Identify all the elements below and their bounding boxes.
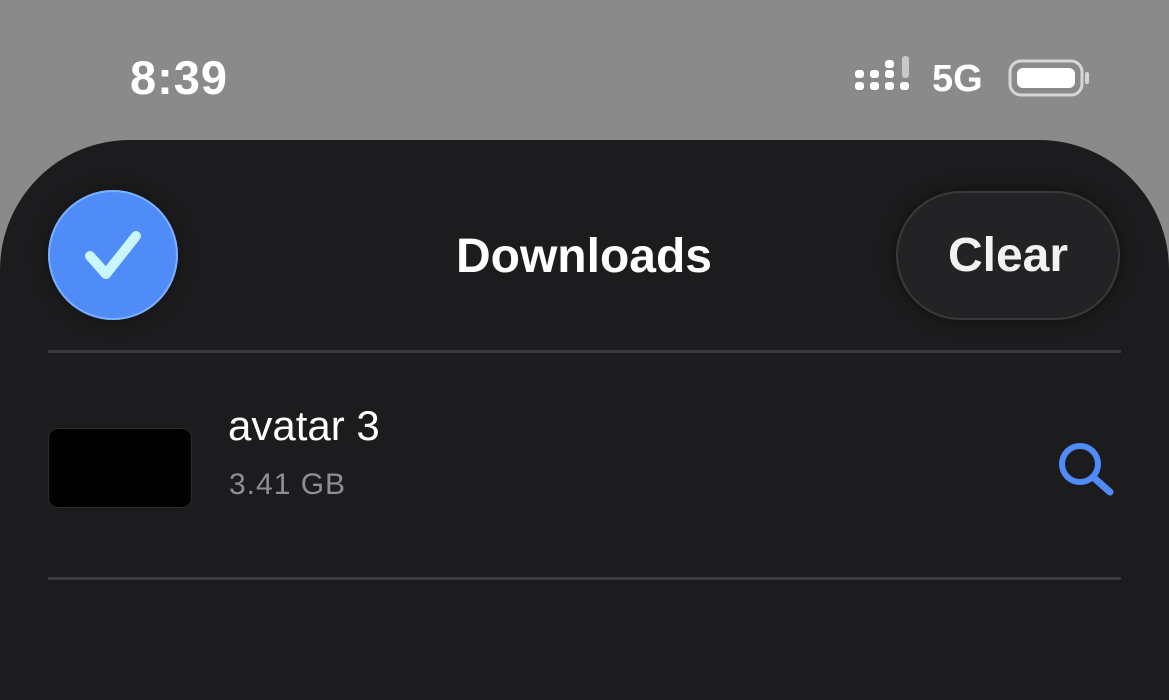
search-icon[interactable] <box>1056 440 1116 498</box>
status-bar: 8:39 5G <box>0 0 1169 140</box>
checkmark-icon <box>85 231 141 279</box>
select-all-button[interactable] <box>48 190 178 320</box>
download-size: 3.41 GB <box>229 468 347 501</box>
download-title[interactable]: avatar 3 <box>228 400 380 452</box>
clear-button[interactable]: Clear <box>896 191 1120 320</box>
divider <box>48 577 1121 580</box>
status-time: 8:39 <box>130 51 229 104</box>
divider <box>48 350 1121 353</box>
network-type: 5G <box>932 58 983 100</box>
battery-icon <box>1008 59 1089 97</box>
signal-bars-icon <box>855 56 909 90</box>
page-title: Downloads <box>455 230 712 283</box>
download-thumbnail[interactable] <box>48 428 192 508</box>
